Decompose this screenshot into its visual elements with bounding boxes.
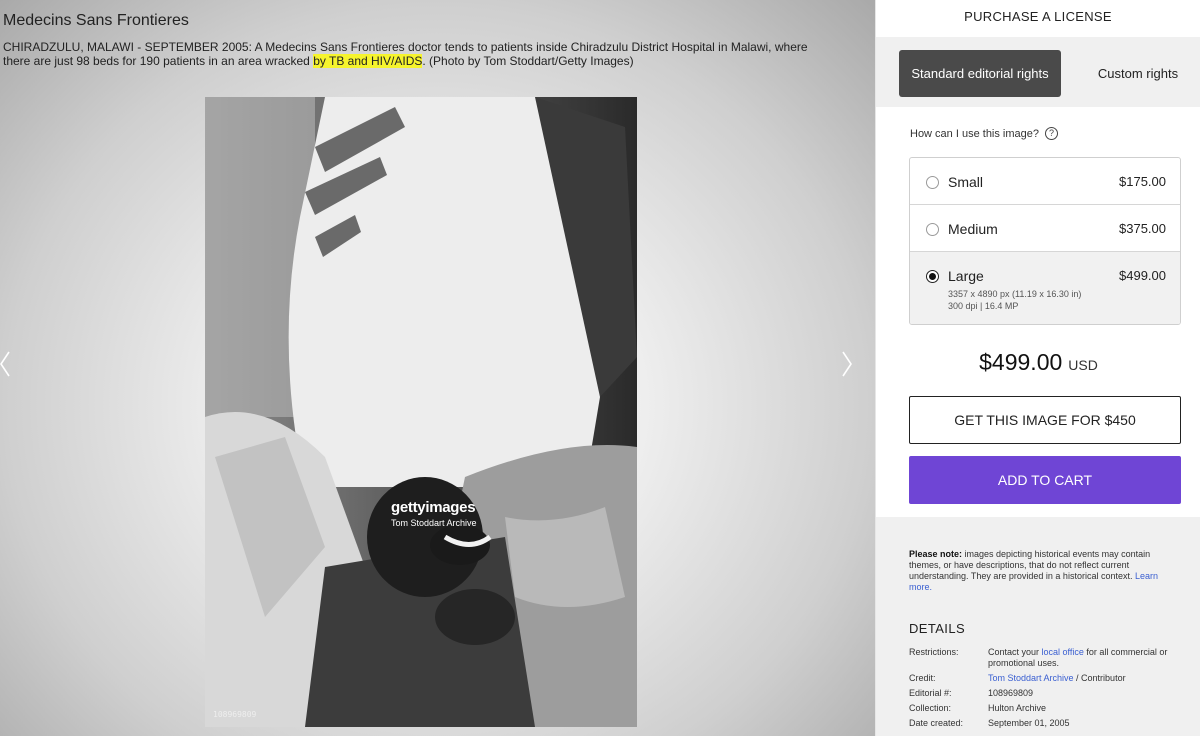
photo-watermark: gettyimages Tom Stoddart Archive	[391, 499, 477, 528]
size-option-medium[interactable]: Medium $375.00	[910, 205, 1180, 252]
size-resolution: 300 dpi | 16.4 MP	[948, 301, 1019, 311]
license-tabs: Standard editorial rights Custom rights	[876, 37, 1200, 107]
caption-highlight: by TB and HIV/AIDS	[313, 54, 423, 68]
tab-standard-editorial-rights[interactable]: Standard editorial rights	[899, 50, 1061, 97]
size-name: Large	[948, 268, 984, 284]
size-option-large[interactable]: Large $499.00 3357 x 4890 px (11.19 x 16…	[910, 252, 1180, 324]
radio-small[interactable]	[926, 176, 939, 189]
size-name: Small	[948, 174, 984, 190]
detail-value: Contact your local office for all commer…	[988, 647, 1194, 669]
watermark-logo: gettyimages	[391, 499, 476, 516]
usage-question: How can I use this image? ?	[910, 127, 1059, 140]
usage-question-text: How can I use this image?	[910, 127, 1040, 140]
panel-title: PURCHASE A LICENSE	[964, 9, 1112, 24]
previous-image-button[interactable]	[0, 346, 16, 382]
image-gallery: Medecins Sans Frontieres CHIRADZULU, MAL…	[0, 0, 875, 736]
add-to-cart-button[interactable]: ADD TO CART	[909, 456, 1181, 504]
size-options: Small $175.00 Medium $375.00 Large $499.…	[909, 157, 1181, 325]
detail-row-editorial: Editorial #: 108969809	[909, 688, 1194, 699]
detail-row-collection: Collection: Hulton Archive	[909, 703, 1194, 714]
detail-value: Tom Stoddart Archive / Contributor	[988, 673, 1194, 684]
radio-medium[interactable]	[926, 223, 939, 236]
purchase-panel: PURCHASE A LICENSE Standard editorial ri…	[875, 0, 1200, 736]
size-option-small[interactable]: Small $175.00	[910, 158, 1180, 205]
photo-illustration	[205, 97, 637, 727]
detail-label: Collection:	[909, 703, 952, 713]
detail-label: Editorial #:	[909, 688, 952, 698]
license-options: How can I use this image? ? Small $175.0…	[876, 107, 1200, 517]
credit-suffix: / Contributor	[1073, 673, 1126, 683]
watermark-subtitle: Tom Stoddart Archive	[391, 518, 477, 528]
size-price: $175.00	[1119, 174, 1166, 189]
caption-credit: . (Photo by Tom Stoddart/Getty Images)	[422, 54, 634, 68]
detail-label: Credit:	[909, 673, 936, 683]
main-photo[interactable]: gettyimages Tom Stoddart Archive 1089698…	[205, 97, 637, 727]
restrictions-text: Contact your	[988, 647, 1042, 657]
chevron-left-icon	[0, 351, 10, 377]
photo-id: 108969809	[213, 710, 257, 719]
chevron-right-icon	[842, 351, 852, 377]
detail-row-credit: Credit: Tom Stoddart Archive / Contribut…	[909, 673, 1194, 684]
details-list: Restrictions: Contact your local office …	[909, 647, 1194, 733]
radio-large[interactable]	[926, 270, 939, 283]
next-image-button[interactable]	[836, 346, 858, 382]
contributor-link[interactable]: Tom Stoddart Archive	[988, 673, 1074, 683]
total-price: $499.00 USD	[876, 349, 1200, 376]
tab-custom-rights[interactable]: Custom rights	[1062, 50, 1200, 97]
size-name: Medium	[948, 221, 998, 237]
detail-value: September 01, 2005	[988, 718, 1070, 728]
local-office-link[interactable]: local office	[1042, 647, 1084, 657]
help-icon[interactable]: ?	[1045, 127, 1059, 140]
get-image-button[interactable]: GET THIS IMAGE FOR $450	[909, 396, 1181, 444]
panel-details-area: Please note: images depicting historical…	[876, 517, 1200, 736]
detail-row-restrictions: Restrictions: Contact your local office …	[909, 647, 1194, 669]
image-caption: CHIRADZULU, MALAWI - SEPTEMBER 2005: A M…	[3, 40, 838, 68]
size-price: $499.00	[1119, 268, 1166, 283]
total-currency: USD	[1068, 357, 1098, 373]
image-title: Medecins Sans Frontieres	[3, 12, 189, 29]
details-heading: DETAILS	[909, 621, 966, 636]
size-dimensions: 3357 x 4890 px (11.19 x 16.30 in)	[948, 289, 1082, 299]
detail-row-date: Date created: September 01, 2005	[909, 718, 1194, 729]
size-meta: 3357 x 4890 px (11.19 x 16.30 in) 300 dp…	[948, 288, 1081, 312]
detail-value: Hulton Archive	[988, 703, 1047, 713]
detail-label: Date created:	[909, 718, 964, 728]
detail-value: 108969809	[988, 688, 1034, 698]
note-label: Please note:	[909, 549, 963, 559]
detail-label: Restrictions:	[909, 647, 959, 657]
total-price-value: $499.00	[979, 349, 1063, 375]
historical-note: Please note: images depicting historical…	[909, 549, 1181, 593]
size-price: $375.00	[1119, 221, 1166, 236]
